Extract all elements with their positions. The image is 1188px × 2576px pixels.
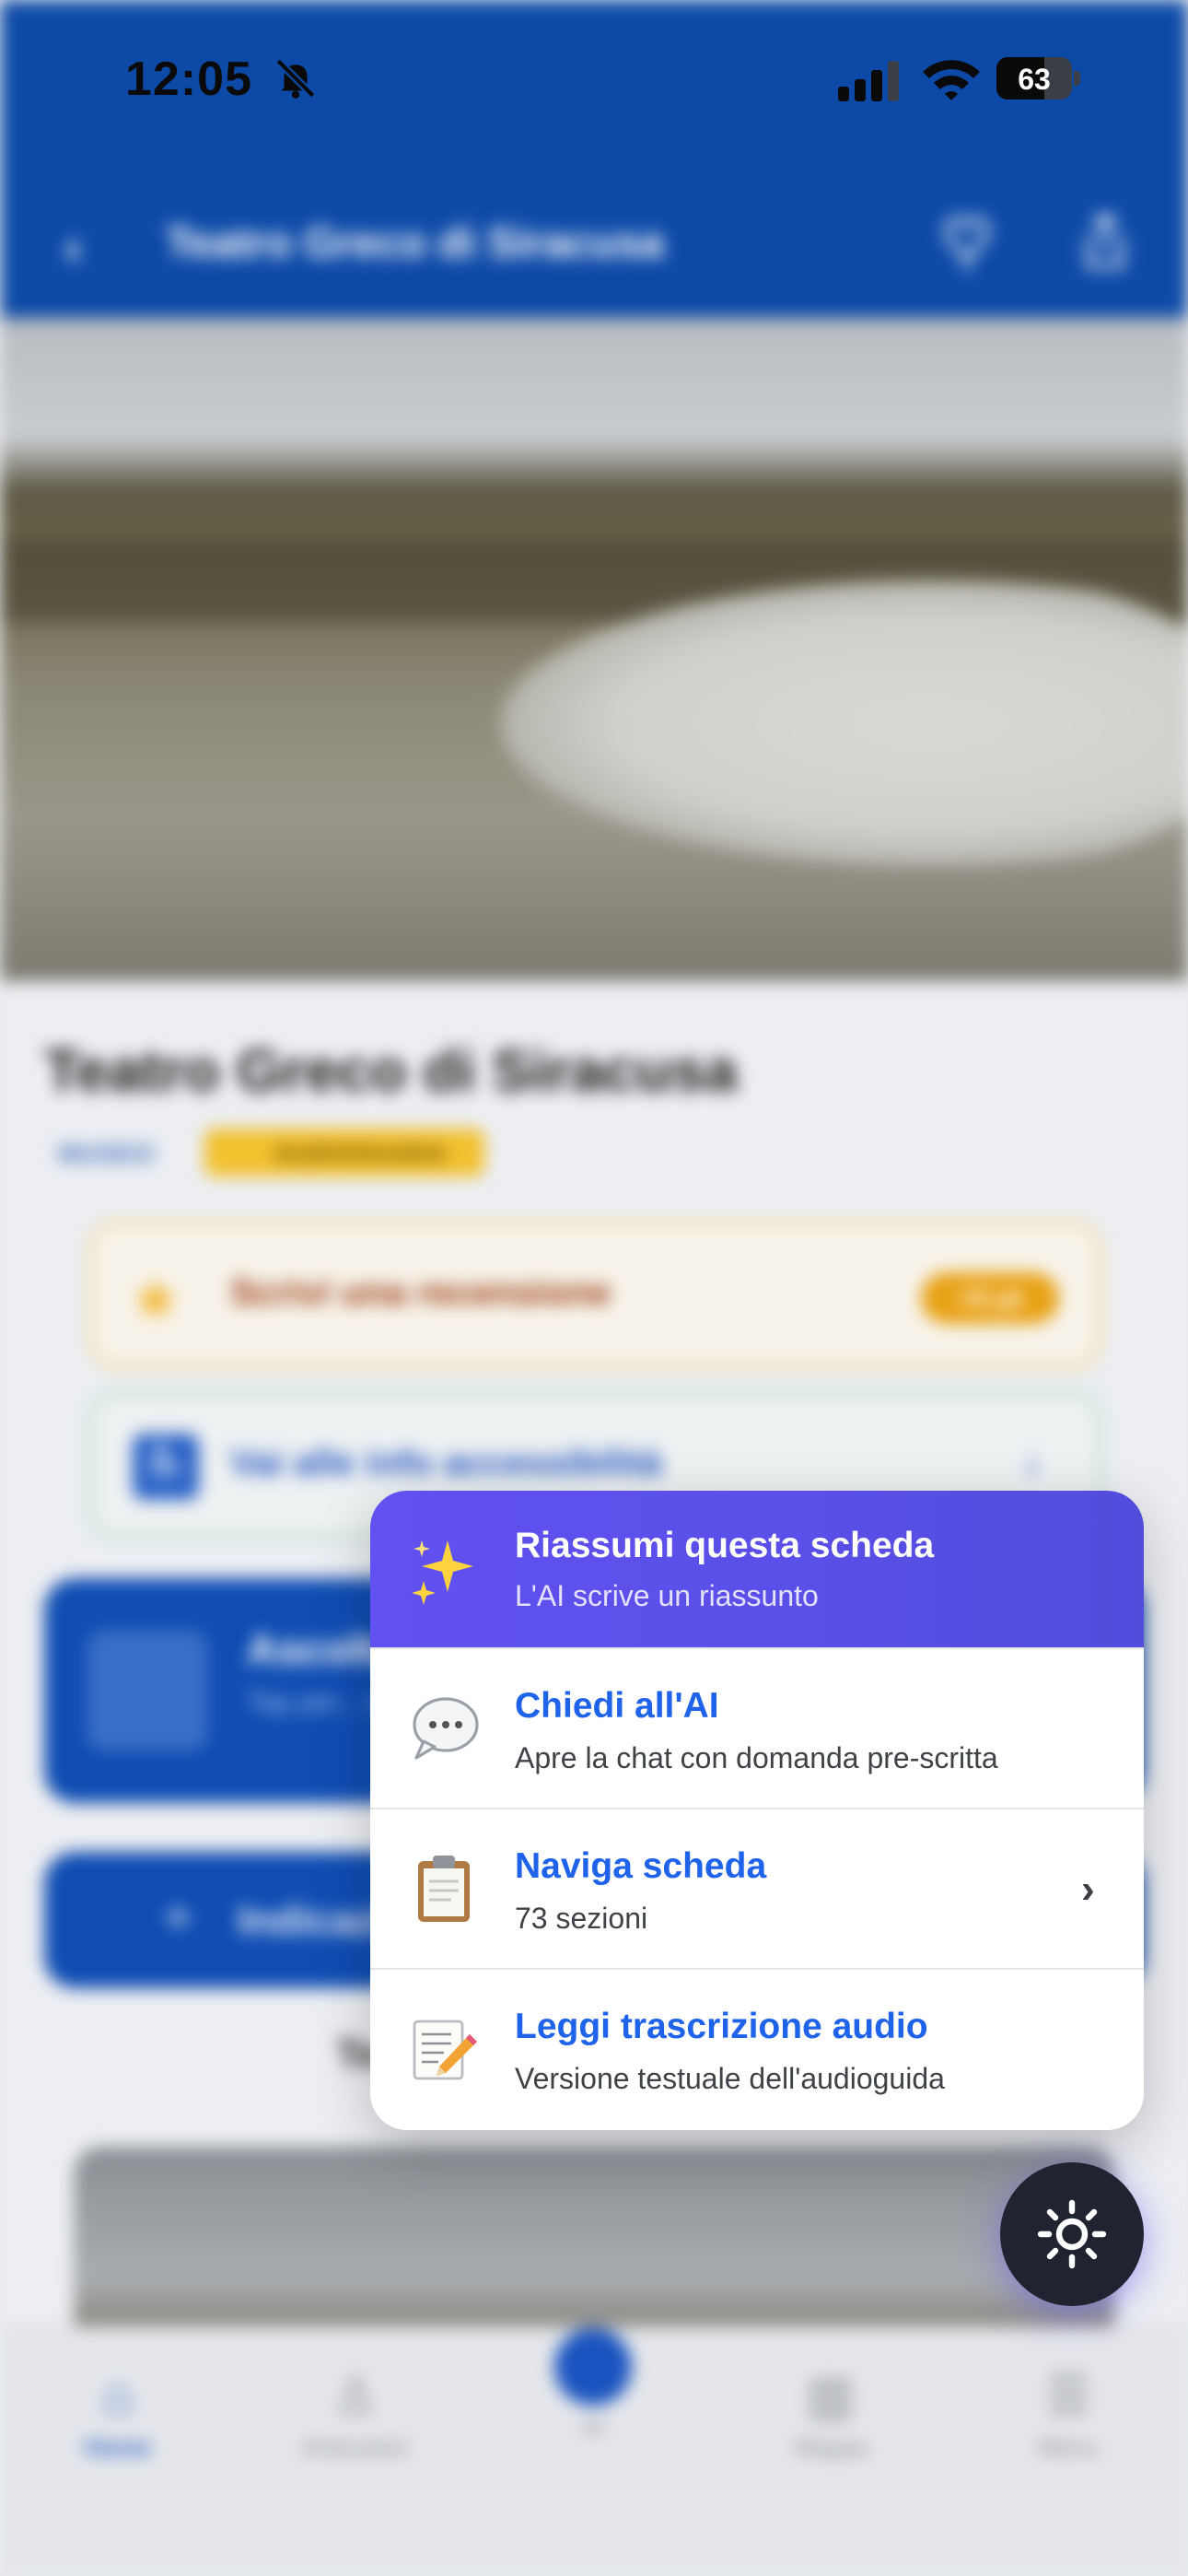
tab-label: Home <box>84 2433 152 2461</box>
cellular-signal-icon <box>838 61 899 101</box>
tab-mappa[interactable]: ▥ Mappa <box>739 2365 923 2462</box>
hamburger-icon: ☰ <box>1044 2366 1092 2424</box>
tab-bar: ⌂ Home ♙ Aretusiani AI ▥ Mappa ☰ Menu <box>0 2326 1188 2576</box>
memo-pencil-icon <box>413 2020 477 2080</box>
headphones-icon <box>87 1630 208 1751</box>
tab-label: Mappa <box>794 2433 868 2461</box>
battery-level: 63 <box>1018 63 1051 96</box>
points-badge: +5 pt <box>921 1272 1059 1324</box>
menu-item-title: Chiedi all'AI <box>515 1686 719 1726</box>
menu-item-title: Riassumi questa scheda <box>515 1526 935 1565</box>
review-card[interactable]: ★ Scrivi una recensione +5 pt <box>88 1221 1101 1368</box>
clipboard-icon <box>418 1856 470 1922</box>
ai-icon <box>554 2328 632 2406</box>
menu-item-summarize[interactable]: Riassumi questa scheda L'AI scrive un ri… <box>370 1491 1144 1647</box>
tag-audioguida: AUDIOGUIDA <box>204 1129 484 1177</box>
tab-label: AI <box>581 2413 605 2441</box>
menu-item-title: Leggi trascrizione audio <box>515 2007 928 2046</box>
map-pin-icon: ⌖ <box>164 1890 192 1945</box>
tab-label: Menu <box>1038 2433 1099 2461</box>
arrow-down-icon: ↓ <box>1022 1439 1042 1484</box>
sparkles-icon <box>412 1540 473 1605</box>
page-title: Teatro Greco di Siracusa <box>44 1037 738 1104</box>
speech-bubble-icon <box>413 1697 479 1760</box>
menu-item-subtitle: Apre la chat con domanda pre-scritta <box>515 1741 998 1774</box>
tab-label: Aretusiani <box>302 2433 409 2461</box>
sun-icon <box>1037 2199 1107 2269</box>
accessibility-label: Vai alle info accessibilità <box>230 1443 663 1483</box>
review-label: Scrivi una recensione <box>230 1272 611 1313</box>
header-title: Teatro Greco di Siracusa <box>166 218 665 266</box>
menu-item-subtitle: 73 sezioni <box>515 1902 648 1935</box>
heart-icon[interactable] <box>939 208 995 273</box>
tab-home[interactable]: ⌂ Home <box>26 2365 210 2462</box>
person-icon: ♙ <box>332 2366 379 2424</box>
tab-menu[interactable]: ☰ Menu <box>976 2365 1160 2462</box>
map-icon: ▥ <box>806 2366 856 2424</box>
background-page: ‹ Teatro Greco di Siracusa Teatro Greco … <box>0 0 1188 2576</box>
menu-item-subtitle: Versione testuale dell'audioguida <box>515 2062 945 2095</box>
status-time: 12:05 <box>125 53 252 106</box>
app-header: ‹ Teatro Greco di Siracusa <box>0 166 1188 318</box>
theme-toggle-button[interactable] <box>1000 2162 1144 2306</box>
star-icon: ★ <box>129 1266 182 1332</box>
tab-ai[interactable]: AI <box>501 2328 685 2441</box>
tab-aretusiani[interactable]: ♙ Aretusiani <box>263 2365 448 2462</box>
share-icon[interactable] <box>1077 208 1133 273</box>
menu-item-ask-ai[interactable]: Chiedi all'AI Apre la chat con domanda p… <box>370 1647 1144 1808</box>
bell-slash-icon <box>275 58 316 99</box>
wheelchair-icon: ♿ <box>133 1434 199 1500</box>
wifi-icon <box>923 60 980 100</box>
menu-item-subtitle: L'AI scrive un riassunto <box>515 1579 819 1612</box>
menu-item-transcript[interactable]: Leggi trascrizione audio Versione testua… <box>370 1968 1144 2128</box>
chevron-right-icon: › <box>1081 1867 1095 1912</box>
ai-actions-menu: Riassumi questa scheda L'AI scrive un ri… <box>370 1491 1144 2130</box>
battery-icon: 63 <box>996 57 1081 100</box>
back-icon[interactable]: ‹ <box>64 217 82 276</box>
menu-item-navigate[interactable]: Naviga scheda 73 sezioni › <box>370 1808 1144 1968</box>
status-bar: 12:05 63 <box>0 0 1188 166</box>
tag-museo: MUSEO <box>59 1140 157 1167</box>
home-icon: ⌂ <box>102 2366 134 2424</box>
menu-item-title: Naviga scheda <box>515 1846 767 1886</box>
hero-photo <box>0 318 1188 981</box>
